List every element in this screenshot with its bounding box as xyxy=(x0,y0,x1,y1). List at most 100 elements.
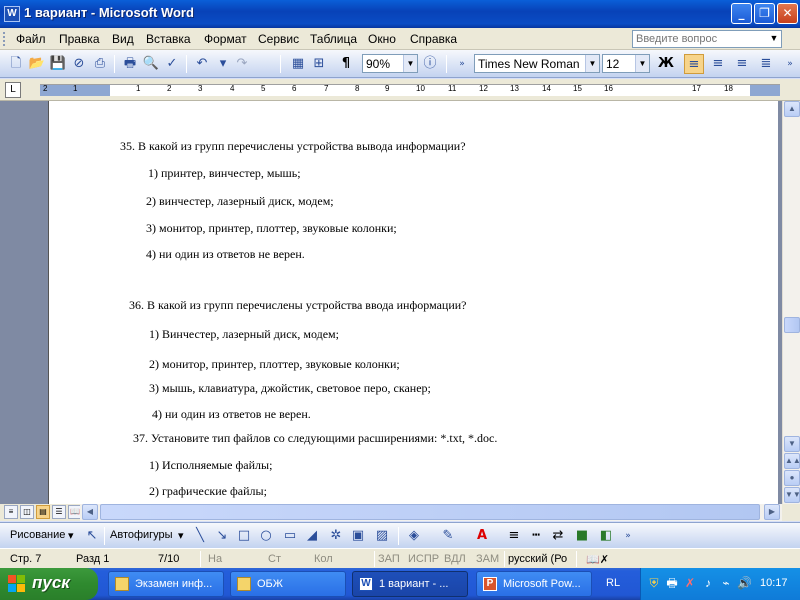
chevron-down-icon[interactable]: ▾ xyxy=(68,529,74,542)
undo-dropdown-icon[interactable]: ▾ xyxy=(213,54,233,74)
minimize-button[interactable]: _ xyxy=(731,3,752,24)
new-document-icon[interactable]: 🗋 xyxy=(6,54,26,74)
horizontal-scroll-thumb[interactable] xyxy=(100,504,760,520)
printer-icon[interactable]: 🖶 xyxy=(665,576,679,590)
help-search-input[interactable] xyxy=(633,31,767,47)
task-obzh[interactable]: ОБЖ xyxy=(230,571,346,597)
bold-button[interactable]: Ж xyxy=(656,54,676,74)
arrow-style-icon[interactable]: ⇄ xyxy=(548,526,568,546)
menu-insert[interactable]: Вставка xyxy=(146,32,191,46)
show-formatting-icon[interactable]: ¶ xyxy=(336,54,356,74)
oval-tool-icon[interactable]: ○ xyxy=(256,526,276,546)
ruler-track[interactable]: 2 1 1 2 3 4 5 6 7 8 9 10 11 12 13 14 15 … xyxy=(40,84,780,96)
3d-style-icon[interactable]: ◧ xyxy=(596,526,616,546)
drawing-menu-button[interactable]: Рисование xyxy=(10,529,65,541)
scroll-down-icon[interactable]: ▼ xyxy=(784,436,800,452)
zoom-select[interactable]: 90% ▼ xyxy=(362,54,418,73)
rectangle-tool-icon[interactable]: □ xyxy=(234,526,254,546)
align-right-icon[interactable]: ≡ xyxy=(732,54,752,74)
next-page-icon[interactable]: ▼▼ xyxy=(784,487,800,503)
save-icon[interactable]: 💾 xyxy=(48,54,68,74)
textbox-tool-icon[interactable]: ▭ xyxy=(280,526,300,546)
close-button[interactable]: ✕ xyxy=(777,3,798,24)
autoshapes-menu-button[interactable]: Автофигуры xyxy=(110,529,173,541)
scroll-right-icon[interactable]: ▶ xyxy=(764,504,780,520)
task-word-document[interactable]: W 1 вариант - ... xyxy=(352,571,468,597)
antivirus-icon[interactable]: ✗ xyxy=(683,576,697,590)
status-ext[interactable]: ВДЛ xyxy=(444,553,466,565)
undo-icon[interactable]: ↶ xyxy=(192,54,212,74)
menu-tools[interactable]: Сервис xyxy=(258,32,299,46)
vertical-scrollbar[interactable]: ▲ ▼ ▲▲ ● ▼▼ xyxy=(782,101,800,504)
scroll-up-icon[interactable]: ▲ xyxy=(784,101,800,117)
open-folder-icon[interactable]: 📂 xyxy=(27,54,47,74)
status-language[interactable]: русский (Ро xyxy=(508,553,567,565)
clipart-icon[interactable]: ▣ xyxy=(348,526,368,546)
scroll-thumb[interactable] xyxy=(784,317,800,333)
word-app-icon[interactable]: W xyxy=(4,6,20,22)
menu-view[interactable]: Вид xyxy=(112,32,134,46)
chevron-down-icon[interactable]: ▼ xyxy=(585,55,599,72)
chevron-down-icon[interactable]: ▼ xyxy=(635,55,649,72)
normal-view-icon[interactable]: ≡ xyxy=(4,505,18,519)
chevron-down-icon[interactable]: ▾ xyxy=(178,529,184,542)
print-layout-icon[interactable]: ▤ xyxy=(36,505,50,519)
print-preview-icon[interactable]: ⎙ xyxy=(90,54,110,74)
previous-page-icon[interactable]: ▲▲ xyxy=(784,453,800,469)
tab-selector-icon[interactable]: L xyxy=(5,82,21,98)
chevron-down-icon[interactable]: ▼ xyxy=(403,55,417,72)
wordart-icon[interactable]: ◢ xyxy=(302,526,322,546)
network-icon[interactable]: ⌁ xyxy=(719,576,733,590)
insert-excel-icon[interactable]: ⊞ xyxy=(309,54,329,74)
toolbar-options-icon[interactable]: » xyxy=(618,526,638,546)
language-indicator[interactable]: RL xyxy=(606,577,620,589)
align-left-icon[interactable]: ≡ xyxy=(684,54,704,74)
help-search-box[interactable]: ▼ xyxy=(632,30,782,48)
permission-icon[interactable]: ⊘ xyxy=(69,54,89,74)
font-name-select[interactable]: Times New Roman ▼ xyxy=(474,54,600,73)
status-trk[interactable]: ИСПР xyxy=(408,553,439,565)
document-page[interactable]: 35. В какой из групп перечислены устройс… xyxy=(48,101,778,504)
fill-color-icon[interactable]: ◈ xyxy=(404,526,424,546)
menubar-grip[interactable] xyxy=(3,32,6,46)
speaker-icon[interactable]: ♪ xyxy=(701,576,715,590)
select-pointer-icon[interactable]: ↖ xyxy=(82,526,102,546)
start-button[interactable]: пуск xyxy=(0,568,98,600)
task-powerpoint[interactable]: P Microsoft Pow... xyxy=(476,571,592,597)
justify-icon[interactable]: ≣ xyxy=(756,54,776,74)
print-icon[interactable]: 🖶 xyxy=(120,54,140,74)
line-style-icon[interactable]: ≡ xyxy=(504,526,524,546)
dash-style-icon[interactable]: ┅ xyxy=(526,526,546,546)
menu-table[interactable]: Таблица xyxy=(310,32,357,46)
align-center-icon[interactable]: ≡ xyxy=(708,54,728,74)
shadow-style-icon[interactable]: ■ xyxy=(572,526,592,546)
chevron-down-icon[interactable]: ▼ xyxy=(768,33,780,45)
preview-magnifier-icon[interactable]: 🔍 xyxy=(141,54,161,74)
volume-icon[interactable]: 🔊 xyxy=(737,576,752,590)
redo-icon[interactable]: ↷ xyxy=(232,54,252,74)
scroll-left-icon[interactable]: ◀ xyxy=(82,504,98,520)
horizontal-scrollbar[interactable]: ◀ ▶ xyxy=(80,504,782,521)
arrow-tool-icon[interactable]: ↘ xyxy=(212,526,232,546)
status-ovr[interactable]: ЗАМ xyxy=(476,553,499,565)
spelling-status-icon[interactable]: 📖✗ xyxy=(586,553,609,566)
maximize-button[interactable]: ❐ xyxy=(754,3,775,24)
insert-table-icon[interactable]: ▦ xyxy=(288,54,308,74)
line-tool-icon[interactable]: ╲ xyxy=(190,526,210,546)
task-exam-info[interactable]: Экзамен инф... xyxy=(108,571,224,597)
menu-format[interactable]: Формат xyxy=(204,32,247,46)
menu-edit[interactable]: Правка xyxy=(59,32,100,46)
toolbar-options-icon[interactable]: » xyxy=(780,54,800,74)
menu-help[interactable]: Справка xyxy=(410,32,457,46)
menu-file[interactable]: Файл xyxy=(16,32,46,46)
spelling-check-icon[interactable]: ✓ xyxy=(162,54,182,74)
web-view-icon[interactable]: ◫ xyxy=(20,505,34,519)
line-color-icon[interactable]: ✎ xyxy=(438,526,458,546)
font-color-icon[interactable]: A xyxy=(472,526,492,546)
toolbar-options-icon[interactable]: » xyxy=(452,54,472,74)
browse-object-icon[interactable]: ● xyxy=(784,470,800,486)
outline-view-icon[interactable]: ☰ xyxy=(52,505,66,519)
font-size-select[interactable]: 12 ▼ xyxy=(602,54,650,73)
diagram-icon[interactable]: ✲ xyxy=(326,526,346,546)
status-rec[interactable]: ЗАП xyxy=(378,553,400,565)
